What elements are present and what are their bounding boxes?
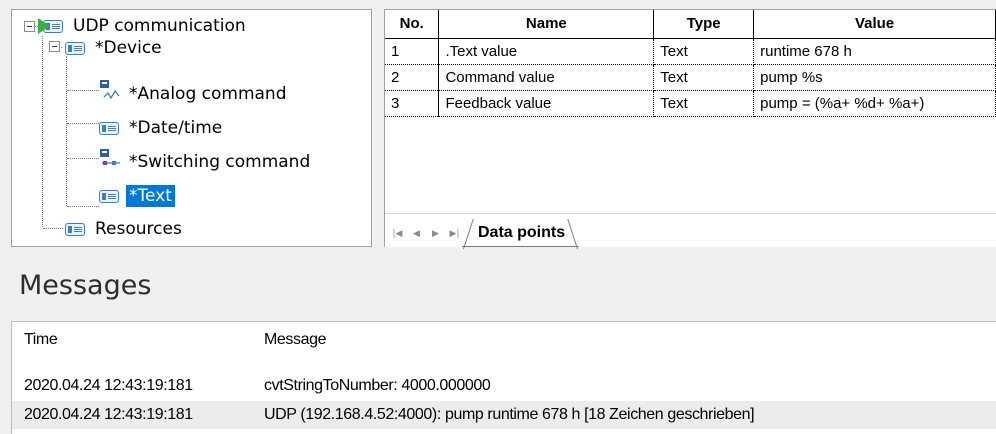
resources-card-icon <box>64 220 86 238</box>
data-points-grid: No. Name Type Value 1 .Text value Text r… <box>384 9 996 247</box>
sheet-tab-bar: |◀ ◀ ▶ ▶| Data points <box>385 213 996 247</box>
message-row[interactable]: 2020.04.24 12:43:19:181 UDP (192.168.4.5… <box>12 401 996 429</box>
last-sheet-icon[interactable]: ▶| <box>445 221 464 247</box>
tree-node-text[interactable]: *Text <box>98 184 175 208</box>
table-header-row: No. Name Type Value <box>385 10 996 39</box>
switching-command-icon <box>98 149 120 171</box>
tree-connector <box>67 158 99 159</box>
tree-node-device[interactable]: *Device <box>64 36 165 60</box>
collapse-root-toggle[interactable] <box>24 21 35 32</box>
tab-label: Data points <box>478 224 566 241</box>
cell-name[interactable]: .Text value <box>438 38 655 65</box>
message-time: 2020.04.24 12:43:19:181 <box>24 377 193 394</box>
tree-node-label: Resources <box>95 219 182 239</box>
cell-value[interactable]: pump %s <box>753 64 996 91</box>
tree-node-label: *Text <box>126 185 175 207</box>
tree-node-analog-command[interactable]: *Analog command <box>98 80 290 106</box>
column-header-message[interactable]: Message <box>264 331 327 349</box>
cell-type[interactable]: Text <box>653 90 755 117</box>
tree-node-label: *Date/time <box>129 118 223 138</box>
tree-node-resources[interactable]: Resources <box>64 217 185 241</box>
tree-node-label: *Device <box>95 38 162 58</box>
date-time-card-icon <box>98 119 120 137</box>
messages-list: Time Message 2020.04.24 12:43:19:181 cvt… <box>11 321 996 434</box>
collapse-device-toggle[interactable] <box>49 41 60 52</box>
tab-data-points[interactable]: Data points <box>462 219 581 247</box>
messages-header-row: Time Message <box>12 326 996 354</box>
tree-connector <box>42 36 43 227</box>
tree-connector <box>67 206 99 207</box>
message-text: cvtStringToNumber: 4000.000000 <box>264 377 491 394</box>
message-row[interactable]: 2020.04.24 12:43:19:181 cvtStringToNumbe… <box>12 372 996 400</box>
tree-node-switching-command[interactable]: *Switching command <box>98 149 313 174</box>
next-sheet-icon[interactable]: ▶ <box>426 221 445 247</box>
column-header-no[interactable]: No. <box>385 10 440 39</box>
table-row[interactable]: 1 .Text value Text runtime 678 h <box>385 38 996 65</box>
device-card-icon <box>64 39 86 57</box>
cell-value[interactable]: pump = (%a+ %d+ %a+) <box>753 90 996 117</box>
tree-node-date-time[interactable]: *Date/time <box>98 116 225 140</box>
tree-node-label: *Analog command <box>129 84 287 104</box>
cell-name[interactable]: Command value <box>438 64 655 91</box>
tree-connector <box>43 228 63 229</box>
message-text: UDP (192.168.4.52:4000): pump runtime 67… <box>264 406 755 423</box>
tree-connector <box>67 90 99 91</box>
column-header-type[interactable]: Type <box>653 10 755 39</box>
column-header-name[interactable]: Name <box>438 10 655 39</box>
cell-no[interactable]: 1 <box>385 38 440 65</box>
cell-value[interactable]: runtime 678 h <box>753 38 996 65</box>
cell-no[interactable]: 3 <box>385 90 440 117</box>
cell-no[interactable]: 2 <box>385 64 440 91</box>
messages-title: Messages <box>19 270 152 301</box>
previous-sheet-icon[interactable]: ◀ <box>407 221 426 247</box>
udp-active-icon <box>38 17 64 35</box>
cell-name[interactable]: Feedback value <box>438 90 655 117</box>
project-tree: UDP communication *Device *Analog comman… <box>11 9 372 247</box>
table-row[interactable]: 3 Feedback value Text pump = (%a+ %d+ %a… <box>385 90 996 117</box>
message-time: 2020.04.24 12:43:19:181 <box>24 406 193 423</box>
tree-connector <box>67 123 99 124</box>
column-header-time[interactable]: Time <box>24 331 58 349</box>
tree-node-label: UDP communication <box>73 16 246 36</box>
tree-connector <box>66 56 67 206</box>
tree-node-udp-communication[interactable]: UDP communication <box>38 14 249 38</box>
text-card-icon <box>98 187 120 205</box>
tree-node-label: *Switching command <box>129 152 311 172</box>
cell-type[interactable]: Text <box>653 38 755 65</box>
analog-command-icon <box>98 80 120 103</box>
data-points-table: No. Name Type Value 1 .Text value Text r… <box>385 10 996 117</box>
column-header-value[interactable]: Value <box>753 10 996 39</box>
cell-type[interactable]: Text <box>653 64 755 91</box>
table-row[interactable]: 2 Command value Text pump %s <box>385 64 996 91</box>
first-sheet-icon[interactable]: |◀ <box>388 221 407 247</box>
